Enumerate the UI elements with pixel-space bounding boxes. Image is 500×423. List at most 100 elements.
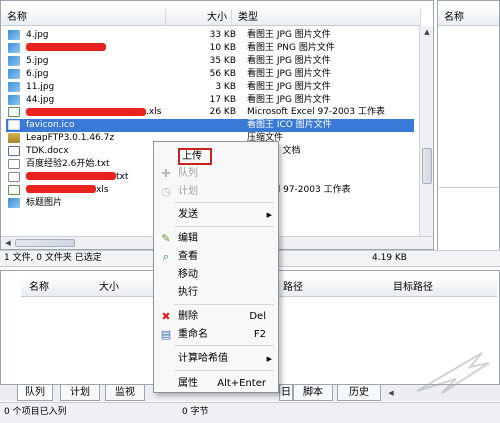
file-name-text: 11.jpg <box>26 81 55 92</box>
selection-status-text: 1 文件, 0 文件夹 已选定 <box>4 253 102 263</box>
file-name-text: TDK.docx <box>26 146 69 157</box>
tab-schedule[interactable]: 计划 <box>60 385 100 401</box>
menu-item[interactable]: 属性 Alt+Enter <box>156 375 276 393</box>
file-size: 26 KB <box>209 107 236 118</box>
submenu-arrow-icon: ▶ <box>266 211 272 219</box>
file-type: 看图王 JPG 图片文件 <box>247 30 331 40</box>
tab-log[interactable]: 日 <box>279 385 293 401</box>
queue-column-target-path[interactable]: 目标路径 <box>393 279 433 297</box>
tab-monitor[interactable]: 监视 <box>105 385 145 401</box>
menu-item[interactable]: 移动 <box>156 266 276 284</box>
file-name-text: 百度经验2.6开始.txt <box>26 159 110 169</box>
menu-separator <box>174 202 274 203</box>
tab-scroll-left-icon[interactable]: ◀ <box>386 388 396 398</box>
file-row[interactable]: 11.jpg 3 KB 看图王 JPG 图片文件 <box>6 81 414 94</box>
file-row[interactable]: 10 KB 看图王 PNG 图片文件 <box>6 42 414 55</box>
file-name: 44.jpg <box>26 94 54 107</box>
file-row[interactable]: .xls 26 KB Microsoft Excel 97-2003 工作表 <box>6 106 414 119</box>
remote-file-pane: 名称 <box>437 0 500 265</box>
menu-item-label: 队列 <box>178 168 198 179</box>
tab-schedule-label: 计划 <box>70 387 90 398</box>
file-row[interactable]: 4.jpg 33 KB 看图王 JPG 图片文件 <box>6 29 414 42</box>
file-row[interactable]: 44.jpg 17 KB 看图王 JPG 图片文件 <box>6 94 414 107</box>
menu-item[interactable]: ✚ 队列 <box>156 165 276 183</box>
image-file-icon <box>8 68 20 79</box>
menu-item[interactable]: ✖ 删除 Del <box>156 308 276 326</box>
file-type: 看图王 JPG 图片文件 <box>247 55 331 66</box>
file-name: .xls <box>26 106 161 119</box>
file-name-text: 6.jpg <box>26 68 49 79</box>
menu-item-label: 移动 <box>178 269 198 280</box>
file-size: 56 KB <box>209 68 236 79</box>
scroll-left-arrow-icon[interactable]: ◀ <box>3 238 13 248</box>
file-context-menu: 上传 ✚ 队列 ◷ 计划发送 ▶ ✎ 编辑 ⌕ 查看移动执行 ✖ 删除 Del ▤ 重命名 F2 计算哈希值 ▶ 属… <box>153 141 279 393</box>
text-file-icon <box>8 171 20 182</box>
scrollbar-thumb[interactable] <box>422 148 432 184</box>
file-name: LeapFTP3.0.1.46.7z <box>26 132 114 145</box>
menu-item[interactable]: 上传 <box>156 147 276 165</box>
column-header-type[interactable]: 类型 <box>232 9 421 26</box>
menu-item-label: 重命名 <box>178 329 208 340</box>
menu-item-label: 属性 <box>178 378 198 389</box>
file-name: txt <box>26 171 128 184</box>
scroll-up-arrow-icon[interactable]: ▲ <box>421 27 433 37</box>
menu-item[interactable]: ⌕ 查看 <box>156 248 276 266</box>
menu-item[interactable]: 执行 <box>156 284 276 302</box>
file-name: 标题图片 <box>26 197 62 210</box>
image-file-icon <box>8 197 20 208</box>
tab-queue-label: 队列 <box>25 387 45 398</box>
delete-icon: ✖ <box>161 310 171 323</box>
file-type: Microsoft Excel 97-2003 工作表 <box>247 107 385 118</box>
tab-script[interactable]: 脚本 <box>293 385 333 401</box>
queue-column-size[interactable]: 大小 <box>99 279 119 297</box>
tab-monitor-label: 监视 <box>115 387 135 398</box>
menu-item-label: 发送 <box>178 209 198 220</box>
file-size: 35 KB <box>209 55 236 66</box>
column-header-name[interactable]: 名称 <box>1 9 166 26</box>
file-name: 4.jpg <box>26 29 49 42</box>
file-size: 10 KB <box>209 42 236 53</box>
excel-file-icon <box>8 184 20 195</box>
menu-item-label: 查看 <box>178 251 198 262</box>
file-name: 5.jpg <box>26 55 49 68</box>
queue-status-bar: 0 个项目已入列 0 字节 <box>0 402 500 423</box>
image-file-icon <box>8 94 20 105</box>
tab-history[interactable]: 历史 <box>337 385 381 401</box>
file-type: 看图王 JPG 图片文件 <box>247 94 331 105</box>
pencil-icon: ✎ <box>161 232 171 245</box>
menu-item[interactable]: ✎ 编辑 <box>156 230 276 248</box>
queue-column-name[interactable]: 名称 <box>29 279 49 297</box>
file-type: 看图王 PNG 图片文件 <box>247 42 335 53</box>
file-row[interactable]: 6.jpg 56 KB 看图王 JPG 图片文件 <box>6 68 414 81</box>
file-name: 11.jpg <box>26 81 54 94</box>
file-list-vertical-scrollbar[interactable]: ▲ <box>419 26 433 236</box>
file-row[interactable]: 5.jpg 35 KB 看图王 JPG 图片文件 <box>6 55 414 68</box>
menu-item-shortcut: Alt+Enter <box>217 378 266 389</box>
file-size: 33 KB <box>209 30 236 40</box>
tab-script-label: 脚本 <box>303 387 323 398</box>
magnifier-icon: ⌕ <box>162 250 170 263</box>
horizontal-scrollbar-thumb[interactable] <box>15 239 75 247</box>
file-name-text: txt <box>116 171 129 182</box>
column-header-size[interactable]: 大小 <box>166 9 232 26</box>
queue-column-path[interactable]: 路径 <box>283 279 303 297</box>
tab-queue[interactable]: 队列 <box>17 385 53 401</box>
file-name <box>26 42 106 55</box>
file-name: favicon.ico <box>26 119 75 132</box>
file-row[interactable]: favicon.ico 看图王 ICO 图片文件 <box>6 119 414 133</box>
menu-item[interactable]: ▤ 重命名 F2 <box>156 326 276 344</box>
file-type: 看图王 JPG 图片文件 <box>247 81 331 92</box>
remote-list-header: 名称 <box>438 9 499 26</box>
menu-separator <box>174 226 274 227</box>
file-name-text: .xls <box>146 107 162 118</box>
menu-item[interactable]: 计算哈希值 ▶ <box>156 350 276 368</box>
file-name: xls <box>26 184 109 197</box>
menu-item[interactable]: ◷ 计划 <box>156 183 276 201</box>
file-name-text: 5.jpg <box>26 55 49 66</box>
remote-pane-divider <box>439 187 498 188</box>
menu-separator <box>174 370 274 371</box>
menu-item[interactable]: 发送 ▶ <box>156 206 276 224</box>
remote-column-header-name[interactable]: 名称 <box>438 9 499 26</box>
redaction-mark <box>26 107 146 116</box>
menu-item-label: 计划 <box>178 186 198 197</box>
